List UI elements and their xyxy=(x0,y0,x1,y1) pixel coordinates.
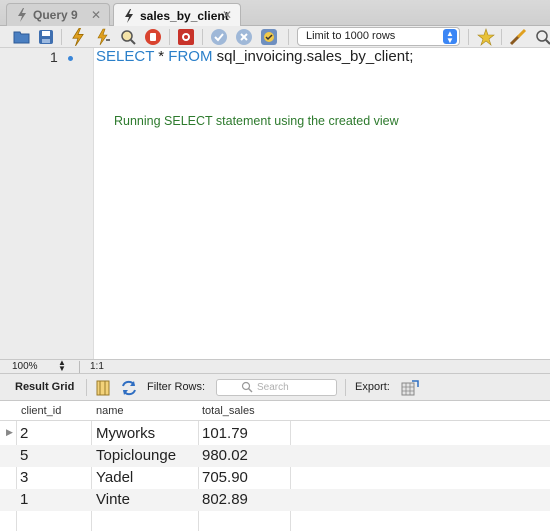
tab-bar: Query 9 ✕ sales_by_client ✕ xyxy=(0,0,550,27)
cell-total-sales[interactable]: 802.89 xyxy=(202,491,248,508)
line-marker-icon xyxy=(68,56,73,61)
sql-editor[interactable]: 1 SELECT * FROM sql_invoicing.sales_by_c… xyxy=(0,48,550,359)
cell-total-sales[interactable]: 980.02 xyxy=(202,447,248,464)
rollback-icon[interactable] xyxy=(234,27,254,47)
toggle-continue-icon[interactable] xyxy=(176,27,196,47)
line-gutter: 1 xyxy=(0,48,94,359)
tab-label: sales_by_client xyxy=(140,8,229,23)
lightning-icon xyxy=(125,8,133,23)
zoom-stepper-icon[interactable]: ▲ ▼ xyxy=(58,359,66,373)
line-number: 1 xyxy=(50,49,58,65)
result-toolbar: Result Grid Filter Rows: Search Export: xyxy=(0,374,550,401)
close-icon[interactable]: ✕ xyxy=(222,8,232,22)
cell-client-id[interactable]: 2 xyxy=(20,425,28,442)
cell-name[interactable]: Myworks xyxy=(96,425,155,442)
cursor-position: 1:1 xyxy=(90,361,104,372)
column-header[interactable]: name xyxy=(96,405,124,417)
cell-client-id[interactable]: 1 xyxy=(20,491,28,508)
column-header[interactable]: client_id xyxy=(21,405,61,417)
table-row[interactable]: 5 Topiclounge 980.02 xyxy=(0,445,550,467)
select-arrows-icon: ▲ ▼ xyxy=(443,29,457,45)
close-icon[interactable]: ✕ xyxy=(91,8,101,22)
zoom-level[interactable]: 100% xyxy=(12,361,38,372)
autocommit-icon[interactable] xyxy=(259,27,279,47)
lightning-icon xyxy=(18,8,26,22)
beautify-icon[interactable] xyxy=(508,27,528,47)
sql-statement[interactable]: SELECT * FROM sql_invoicing.sales_by_cli… xyxy=(96,48,413,65)
search-placeholder: Search xyxy=(257,382,289,393)
column-header[interactable]: total_sales xyxy=(202,405,255,417)
execute-icon[interactable] xyxy=(68,27,88,47)
editor-status-bar: 100% ▲ ▼ 1:1 xyxy=(0,359,550,374)
explain-icon[interactable] xyxy=(118,27,138,47)
find-icon[interactable] xyxy=(533,27,550,47)
annotation-text: Running SELECT statement using the creat… xyxy=(114,114,399,128)
search-icon xyxy=(241,381,253,393)
limit-rows-value: Limit to 1000 rows xyxy=(306,30,396,42)
table-row[interactable]: 1 Vinte 802.89 xyxy=(0,489,550,511)
table-row[interactable]: 3 Yadel 705.90 xyxy=(0,467,550,489)
limit-rows-select[interactable]: Limit to 1000 rows ▲ ▼ xyxy=(297,27,460,46)
export-icon[interactable] xyxy=(400,378,420,398)
tab-query-9[interactable]: Query 9 ✕ xyxy=(6,3,110,26)
save-icon[interactable] xyxy=(36,27,56,47)
filter-rows-label: Filter Rows: xyxy=(147,381,206,393)
current-row-icon: ▶ xyxy=(6,427,13,437)
cell-total-sales[interactable]: 705.90 xyxy=(202,469,248,486)
table-row[interactable]: ▶ 2 Myworks 101.79 xyxy=(0,423,550,445)
execute-current-icon[interactable] xyxy=(93,27,113,47)
cell-total-sales[interactable]: 101.79 xyxy=(202,425,248,442)
open-folder-icon[interactable] xyxy=(12,27,32,47)
grid-header: client_id name total_sales xyxy=(0,401,550,421)
keyword-select: SELECT xyxy=(96,48,155,65)
cell-client-id[interactable]: 3 xyxy=(20,469,28,486)
tab-label: Query 9 xyxy=(33,8,78,22)
cell-name[interactable]: Yadel xyxy=(96,469,133,486)
commit-icon[interactable] xyxy=(209,27,229,47)
export-label: Export: xyxy=(355,381,390,393)
result-grid: client_id name total_sales ▶ 2 Myworks 1… xyxy=(0,401,550,531)
cell-name[interactable]: Vinte xyxy=(96,491,130,508)
tab-sales-by-client[interactable]: sales_by_client ✕ xyxy=(113,3,241,27)
filter-search-input[interactable]: Search xyxy=(216,379,337,396)
keyword-from: FROM xyxy=(168,48,213,65)
add-snippet-icon[interactable] xyxy=(476,27,496,47)
code-star: * xyxy=(154,48,169,65)
result-grid-label[interactable]: Result Grid xyxy=(15,381,74,393)
cell-client-id[interactable]: 5 xyxy=(20,447,28,464)
stop-icon[interactable] xyxy=(143,27,163,47)
form-editor-icon[interactable] xyxy=(93,378,113,398)
code-rest: sql_invoicing.sales_by_client; xyxy=(212,48,414,65)
refresh-icon[interactable] xyxy=(119,378,139,398)
cell-name[interactable]: Topiclounge xyxy=(96,447,176,464)
sql-toolbar: Limit to 1000 rows ▲ ▼ xyxy=(0,26,550,48)
